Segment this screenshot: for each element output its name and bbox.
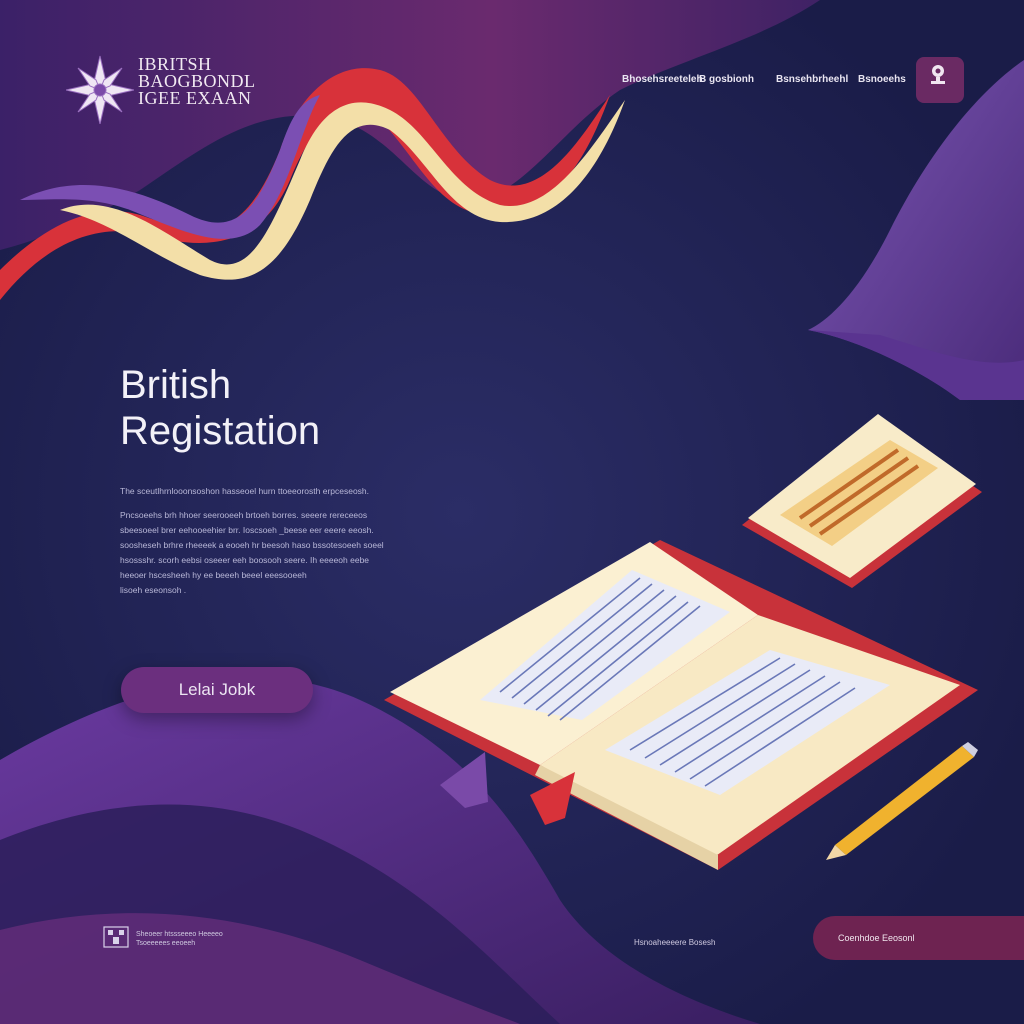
footer-link[interactable]: Hsnoaheeeere Bosesh xyxy=(634,938,715,947)
brand-logo[interactable]: IBRITSH BAOGBONDL IGEE EXAAN xyxy=(66,50,266,130)
footer-emblem-icon xyxy=(103,926,129,948)
snowflake-emblem-icon xyxy=(66,55,134,124)
nav-item-2[interactable]: B gosbionh xyxy=(699,74,754,85)
user-badge-icon xyxy=(931,65,945,84)
footer-text-line-2: Tsoeeeees eeoeeh xyxy=(136,940,196,947)
footer-info: Sheoeer htssseeeo Heeeeo Tsoeeeees eeoee… xyxy=(136,930,223,948)
brand-name: IBRITSH BAOGBONDL IGEE EXAAN xyxy=(138,55,256,108)
account-button[interactable] xyxy=(916,57,964,103)
title-line-2: Registation xyxy=(120,409,321,453)
page-title: British Registation xyxy=(120,362,320,454)
nav-item-3[interactable]: Bsnsehbrheehl xyxy=(776,74,848,85)
nav-item-1[interactable]: Bhosehsreeteleh xyxy=(622,74,703,85)
nav-item-4[interactable]: Bsnoeehs xyxy=(858,74,906,85)
title-line-1: British xyxy=(120,363,232,407)
footer-text-line-1: Sheoeer htssseeeo Heeeeo xyxy=(136,931,223,938)
book-illustration xyxy=(384,414,982,870)
cta-button[interactable]: Lelai Jobk xyxy=(121,667,313,713)
footer-button[interactable]: Coenhdoe Eeosonl xyxy=(813,916,1024,960)
brand-name-line-3: IGEE EXAAN xyxy=(138,88,252,108)
small-book-icon xyxy=(742,414,982,588)
